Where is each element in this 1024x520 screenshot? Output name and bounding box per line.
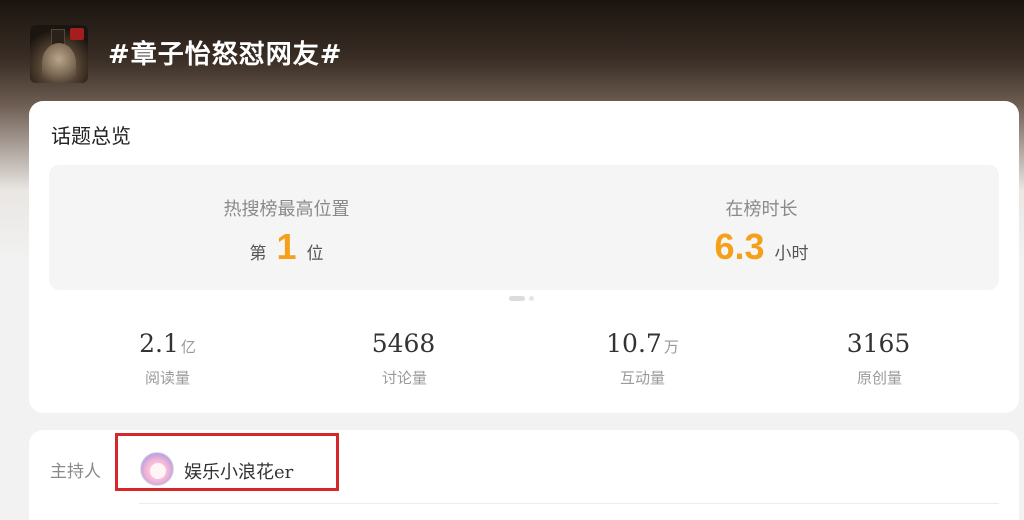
rank-prefix: 第 <box>249 244 267 264</box>
rank-suffix: 位 <box>306 244 324 264</box>
stat-number: 5468 <box>371 329 436 358</box>
stat-label: 原创量 <box>856 369 902 387</box>
topic-page: #章子怡怒怼网友# 话题总览 热搜榜最高位置 第 1 位 在榜时长 6.3 小时 <box>0 0 1024 520</box>
host-highlight-box[interactable]: 娱乐小浪花er <box>115 433 339 491</box>
on-list-duration-value-row: 6.3 小时 <box>524 229 999 265</box>
stat-value: 5468 <box>286 329 523 362</box>
host-label: 主持人 <box>50 462 101 482</box>
host-name[interactable]: 娱乐小浪花er <box>184 458 293 484</box>
stat-label: 互动量 <box>619 369 665 387</box>
stat-number: 3165 <box>846 329 911 358</box>
cover-figure-shape <box>42 43 76 83</box>
host-divider <box>139 503 999 504</box>
topic-overview-card: 话题总览 热搜榜最高位置 第 1 位 在榜时长 6.3 小时 2.1 亿 阅读量… <box>29 101 1019 413</box>
host-card: 主持人 娱乐小浪花er <box>29 430 1019 520</box>
hot-search-rank-label: 热搜榜最高位置 <box>223 199 350 220</box>
stat-unit: 万 <box>663 338 679 356</box>
topic-cover-image[interactable] <box>30 25 88 83</box>
cover-stamp-shape <box>70 28 84 40</box>
stat-value: 10.7 万 <box>524 329 761 362</box>
duration-suffix: 小时 <box>774 244 809 264</box>
stat-unit: 亿 <box>180 338 196 356</box>
stat-interaction-count: 10.7 万 互动量 <box>524 329 761 388</box>
stat-number: 10.7 <box>606 329 662 358</box>
stat-label: 讨论量 <box>381 369 427 387</box>
host-avatar[interactable] <box>140 452 174 486</box>
stat-original-count: 3165 原创量 <box>761 329 998 388</box>
pager-dot-active[interactable] <box>509 296 525 301</box>
stat-discussion-count: 5468 讨论量 <box>286 329 523 388</box>
topic-title: #章子怡怒怼网友# <box>108 40 343 70</box>
stat-label: 阅读量 <box>144 369 190 387</box>
topic-header: #章子怡怒怼网友# <box>0 0 1024 100</box>
on-list-duration-label: 在榜时长 <box>725 199 798 220</box>
on-list-duration: 在榜时长 6.3 小时 <box>524 165 999 290</box>
hot-search-rank-value-row: 第 1 位 <box>49 229 524 265</box>
stats-row: 2.1 亿 阅读量 5468 讨论量 10.7 万 互动量 3165 原创量 <box>49 329 999 389</box>
stat-value: 2.1 亿 <box>49 329 286 362</box>
pager-dot[interactable] <box>529 296 534 301</box>
avatar-face-shape <box>150 463 166 479</box>
stat-value: 3165 <box>761 329 998 362</box>
stat-number: 2.1 <box>139 329 179 358</box>
hot-search-rank: 热搜榜最高位置 第 1 位 <box>49 165 524 290</box>
stat-read-count: 2.1 亿 阅读量 <box>49 329 286 388</box>
overview-title: 话题总览 <box>51 124 131 148</box>
rank-panel[interactable]: 热搜榜最高位置 第 1 位 在榜时长 6.3 小时 <box>49 165 999 290</box>
rank-value: 1 <box>276 226 297 267</box>
duration-value: 6.3 <box>714 226 765 267</box>
carousel-pager[interactable] <box>509 296 539 302</box>
